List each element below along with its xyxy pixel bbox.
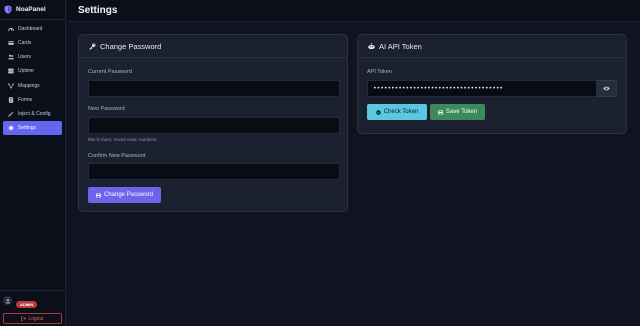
save-icon bbox=[96, 192, 101, 198]
sidebar-item-label: Cards bbox=[18, 39, 32, 46]
sidebar-item-label: Inject & Config bbox=[18, 110, 51, 117]
logout-label: Logout bbox=[28, 315, 44, 322]
logout-icon bbox=[21, 316, 27, 321]
change-password-card: Change Password Current Password New Pas… bbox=[78, 34, 348, 212]
eye-icon bbox=[603, 86, 610, 91]
sidebar-nav: Dashboard Cards Users Uptime Mappings Fo… bbox=[0, 20, 65, 135]
sidebar: NoaPanel Dashboard Cards Users Uptime Ma… bbox=[0, 0, 66, 326]
avatar[interactable] bbox=[3, 296, 12, 305]
sidebar-item-cards[interactable]: Cards bbox=[3, 36, 62, 50]
sidebar-item-mappings[interactable]: Mappings bbox=[3, 79, 62, 93]
sidebar-footer: ADMIN Logout bbox=[0, 290, 66, 326]
new-password-label: New Password bbox=[88, 106, 125, 112]
card-header: AI API Token bbox=[358, 35, 626, 58]
user-icon bbox=[5, 298, 10, 303]
form-icon bbox=[7, 96, 14, 103]
sidebar-item-label: Settings bbox=[18, 125, 37, 132]
save-token-label: Save Token bbox=[445, 109, 478, 115]
logout-button[interactable]: Logout bbox=[3, 313, 62, 324]
header: Settings bbox=[67, 0, 640, 22]
sidebar-item-label: Forms bbox=[18, 96, 33, 103]
mapping-icon bbox=[7, 82, 14, 89]
toggle-visibility-button[interactable] bbox=[597, 80, 617, 97]
sidebar-item-settings[interactable]: Settings bbox=[3, 121, 62, 135]
users-icon bbox=[7, 54, 14, 61]
sidebar-item-inject-config[interactable]: Inject & Config bbox=[3, 107, 62, 121]
current-password-input[interactable] bbox=[88, 80, 340, 97]
save-icon bbox=[438, 109, 443, 115]
card-header: Change Password bbox=[79, 35, 347, 58]
check-circle-icon bbox=[375, 109, 381, 115]
change-password-label: Change Password bbox=[103, 192, 154, 198]
card-icon bbox=[7, 39, 14, 46]
save-token-button[interactable]: Save Token bbox=[430, 104, 485, 120]
key-icon bbox=[88, 42, 96, 50]
shield-logo-icon bbox=[4, 5, 12, 14]
sidebar-item-label: Uptime bbox=[18, 68, 34, 75]
new-password-input[interactable] bbox=[88, 117, 340, 134]
confirm-password-input[interactable] bbox=[88, 163, 340, 180]
password-hint: Min 8 chars, mixed case, numbers bbox=[88, 137, 157, 142]
server-icon bbox=[7, 68, 14, 75]
brand-name: NoaPanel bbox=[16, 6, 46, 13]
role-badge: ADMIN bbox=[16, 301, 38, 308]
check-token-button[interactable]: Check Token bbox=[367, 104, 427, 120]
sidebar-item-uptime[interactable]: Uptime bbox=[3, 65, 62, 79]
check-token-label: Check Token bbox=[383, 109, 419, 115]
current-password-label: Current Password bbox=[88, 69, 133, 75]
page-title: Settings bbox=[78, 5, 118, 16]
confirm-password-label: Confirm New Password bbox=[88, 153, 146, 159]
sidebar-item-users[interactable]: Users bbox=[3, 50, 62, 64]
sidebar-item-label: Mappings bbox=[18, 82, 40, 89]
gear-icon bbox=[7, 125, 14, 132]
api-token-input[interactable] bbox=[367, 80, 597, 97]
robot-icon bbox=[367, 42, 375, 50]
card-title: AI API Token bbox=[379, 41, 422, 51]
card-title: Change Password bbox=[100, 41, 162, 51]
wand-icon bbox=[7, 110, 14, 117]
api-token-card: AI API Token API Token Check Token Save … bbox=[357, 34, 627, 134]
sidebar-item-label: Users bbox=[18, 54, 32, 61]
change-password-button[interactable]: Change Password bbox=[88, 187, 161, 203]
api-token-label: API Token bbox=[367, 69, 392, 75]
sidebar-item-label: Dashboard bbox=[18, 25, 43, 32]
sidebar-item-dashboard[interactable]: Dashboard bbox=[3, 22, 62, 36]
dashboard-icon bbox=[7, 25, 14, 32]
sidebar-item-forms[interactable]: Forms bbox=[3, 93, 62, 107]
brand[interactable]: NoaPanel bbox=[0, 0, 65, 20]
